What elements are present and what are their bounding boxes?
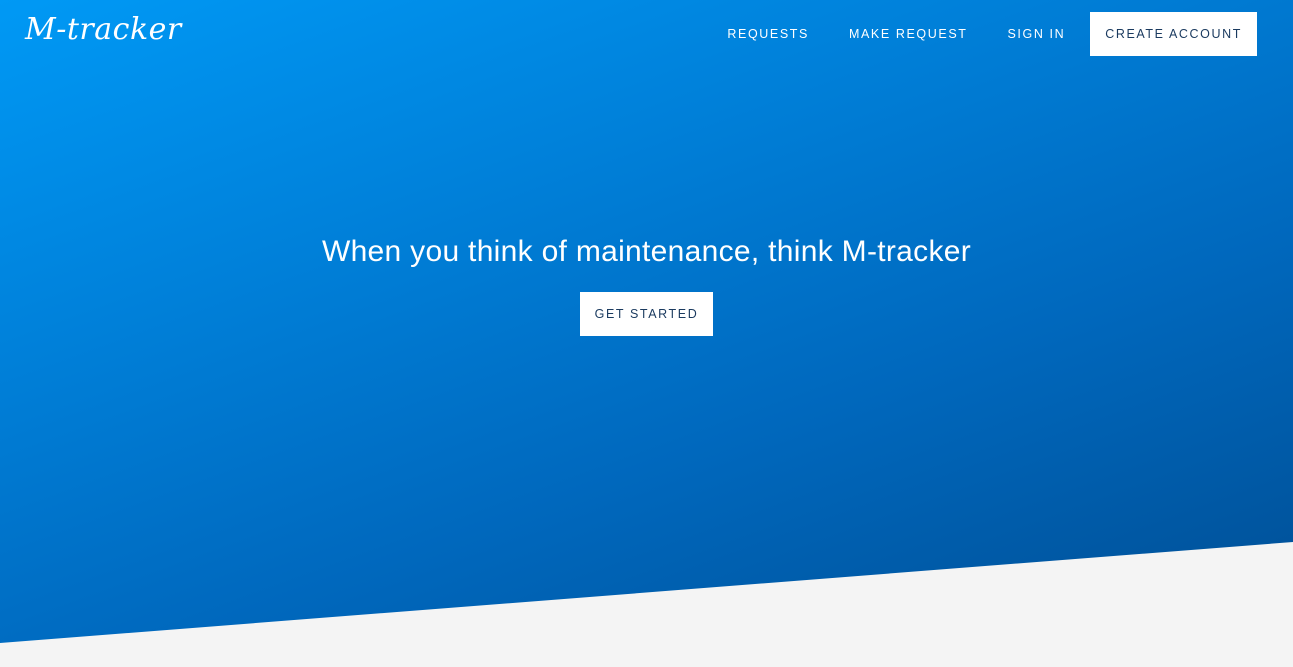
hero-tagline: When you think of maintenance, think M-t… <box>321 235 972 268</box>
brand-logo[interactable]: M-tracker <box>25 8 182 52</box>
nav-links: REQUESTS MAKE REQUEST SIGN IN CREATE ACC… <box>707 12 1257 56</box>
nav-item-make-request[interactable]: MAKE REQUEST <box>829 12 988 56</box>
landing-page: M-tracker REQUESTS MAKE REQUEST SIGN IN … <box>0 0 1293 667</box>
top-navbar: M-tracker REQUESTS MAKE REQUEST SIGN IN … <box>0 0 1293 67</box>
create-account-button[interactable]: CREATE ACCOUNT <box>1090 12 1257 56</box>
get-started-button[interactable]: GET STARTED <box>579 292 714 336</box>
nav-item-requests[interactable]: REQUESTS <box>707 12 829 56</box>
hero-section: M-tracker REQUESTS MAKE REQUEST SIGN IN … <box>0 0 1293 643</box>
nav-item-sign-in[interactable]: SIGN IN <box>988 12 1086 56</box>
hero-content: When you think of maintenance, think M-t… <box>0 226 1293 336</box>
